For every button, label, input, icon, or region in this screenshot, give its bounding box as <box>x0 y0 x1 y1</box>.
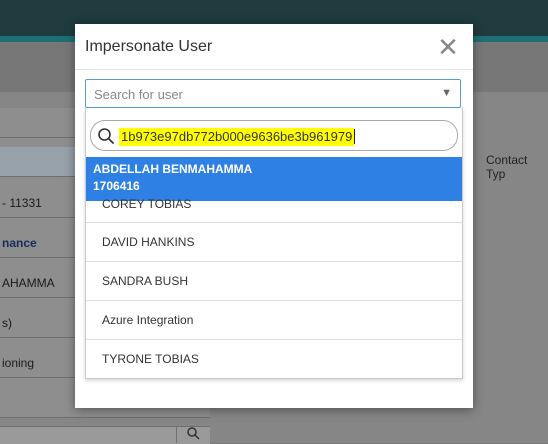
search-icon <box>98 128 115 145</box>
search-icon <box>187 427 200 440</box>
user-option-sandra-bush[interactable]: SANDRA BUSH <box>86 262 462 301</box>
user-option-corey-tobias[interactable]: COREY TOBIAS <box>86 198 462 223</box>
user-option-id: 1706416 <box>93 179 140 193</box>
background-search-button <box>176 426 209 443</box>
user-search-input[interactable]: 1b973e97db772b000e9636be3b961979 <box>90 120 458 151</box>
text-caret <box>354 129 355 144</box>
modal-header-divider <box>75 69 473 70</box>
search-input-value: 1b973e97db772b000e9636be3b961979 <box>119 128 355 146</box>
modal-title: Impersonate User <box>85 38 213 55</box>
close-icon: ✕ <box>437 32 459 62</box>
user-option-name: SANDRA BUSH <box>102 274 189 288</box>
contact-type-label: Contact Typ <box>486 153 528 181</box>
user-option-name: TYRONE TOBIAS <box>102 352 199 366</box>
user-option-name: ABDELLAH BENMAHAMMA <box>93 162 253 176</box>
chevron-down-icon: ▼ <box>441 87 452 99</box>
user-option-name: Azure Integration <box>102 313 194 327</box>
user-option-name: DAVID HANKINS <box>102 235 195 249</box>
user-option-name: COREY TOBIAS <box>102 197 192 211</box>
user-option-tyrone-tobias[interactable]: TYRONE TOBIAS <box>86 340 462 378</box>
impersonate-user-modal: Impersonate User ✕ Search for user ▼ 1b9… <box>75 24 473 408</box>
user-option-azure-integration[interactable]: Azure Integration <box>86 301 462 340</box>
user-dropdown: 1b973e97db772b000e9636be3b961979 ABDELLA… <box>85 108 463 379</box>
user-select[interactable]: Search for user ▼ <box>85 79 461 108</box>
user-select-placeholder: Search for user <box>94 87 183 102</box>
close-button[interactable]: ✕ <box>433 32 463 62</box>
user-option-david-hankins[interactable]: DAVID HANKINS <box>86 223 462 262</box>
user-option-abdellah-benmahamma[interactable]: ABDELLAH BENMAHAMMA 1706416 <box>86 157 462 201</box>
